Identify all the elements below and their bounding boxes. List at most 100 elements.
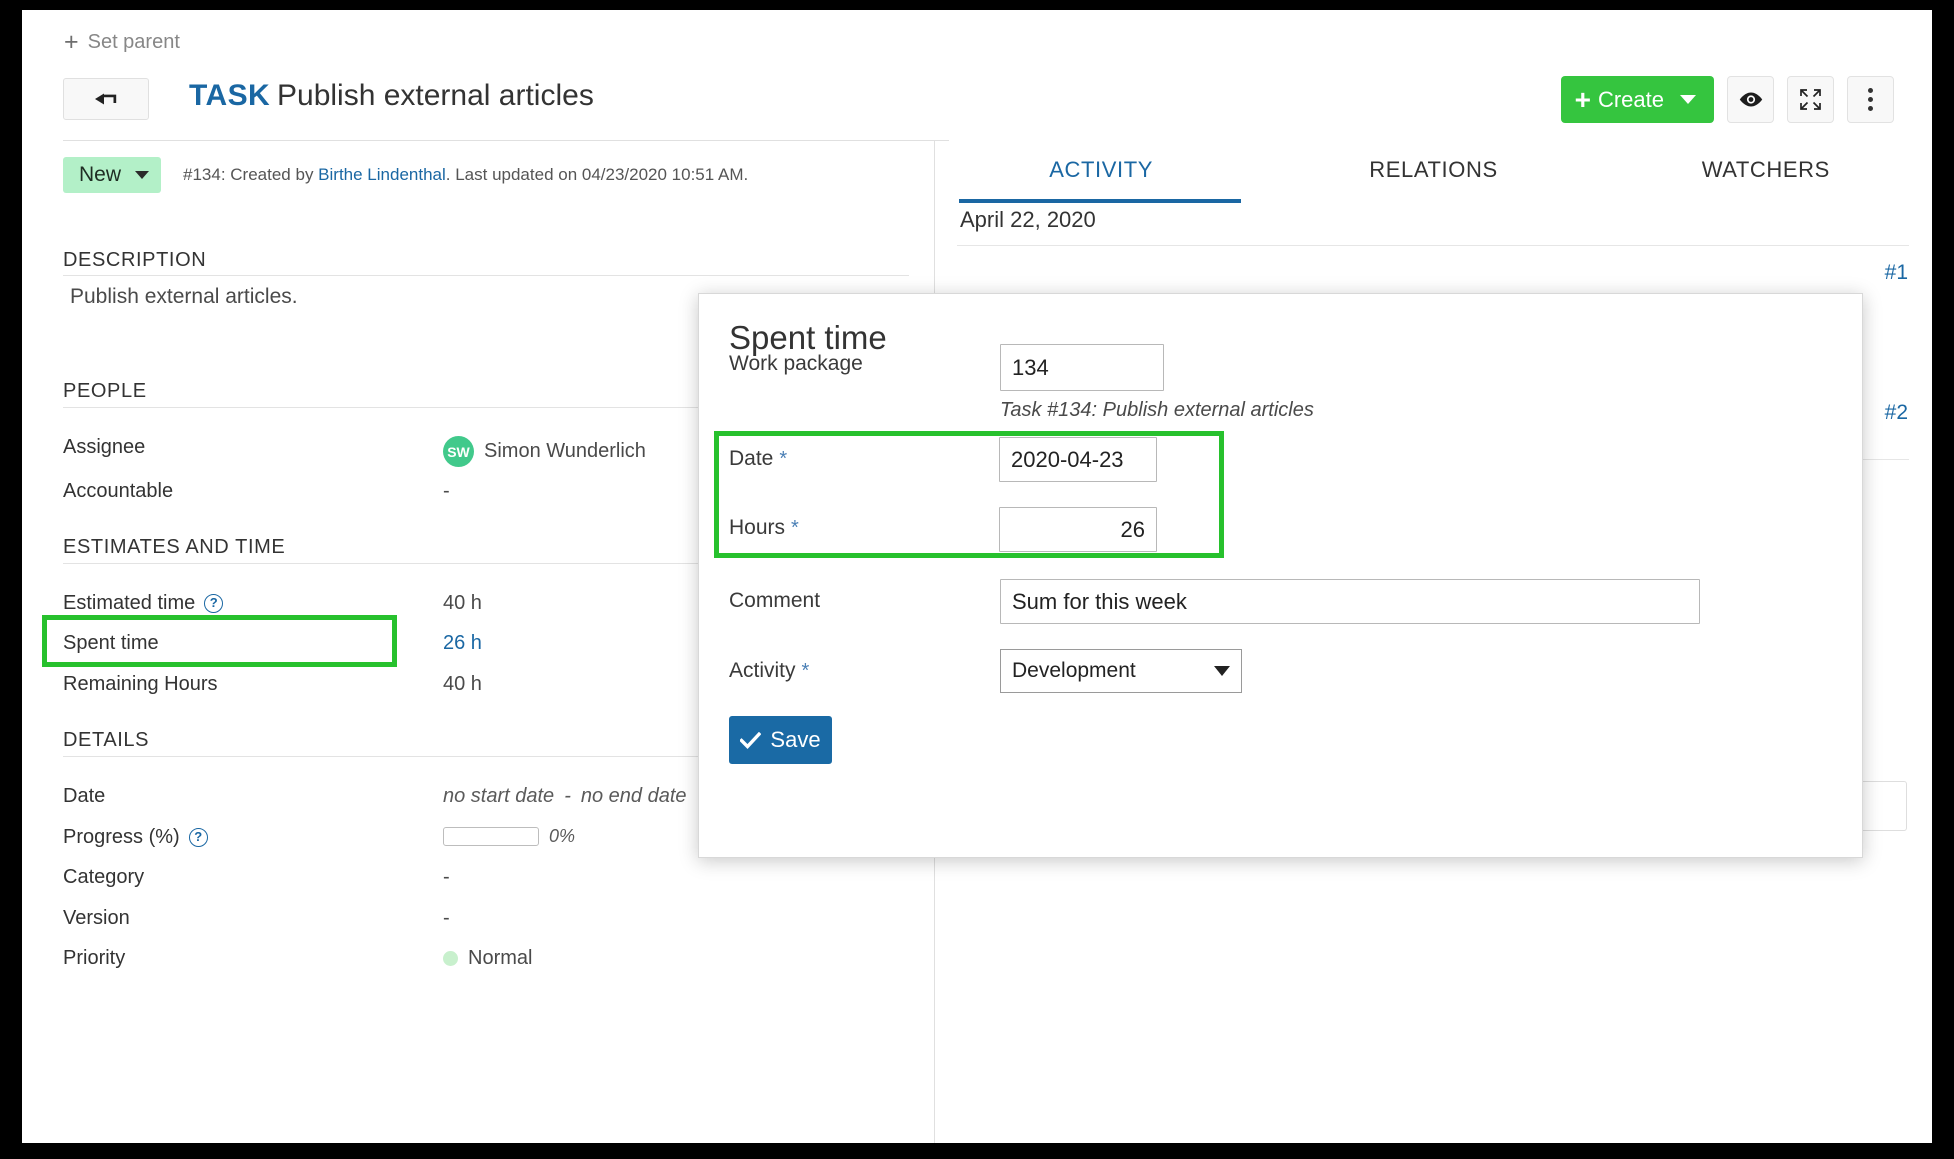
field-value[interactable]: SW Simon Wunderlich — [443, 436, 646, 467]
start-date: no start date — [443, 785, 554, 808]
hours-field-label: Hours * — [729, 516, 799, 540]
screenshot-frame: + Set parent TASK Publish external artic… — [0, 0, 1954, 1159]
chevron-down-icon — [1214, 666, 1230, 676]
work-package-subject: Publish external articles — [277, 79, 594, 113]
field-label: Remaining Hours — [63, 673, 218, 696]
field-value[interactable]: 40 h — [443, 673, 482, 696]
date-field-label: Date * — [729, 447, 787, 471]
set-parent-button[interactable]: + Set parent — [64, 30, 180, 55]
chevron-down-icon — [1680, 95, 1696, 104]
assignee-name: Simon Wunderlich — [484, 440, 646, 463]
required-asterisk: * — [779, 448, 787, 471]
field-value[interactable]: - — [443, 907, 450, 930]
required-asterisk: * — [791, 517, 799, 540]
comment-field-label: Comment — [729, 589, 820, 613]
meta-prefix: #134: Created by — [183, 165, 318, 184]
toolbar: + Create — [1561, 76, 1894, 123]
field-label-text: Progress (%) — [63, 826, 180, 849]
kebab-menu-icon — [1868, 88, 1873, 111]
avatar: SW — [443, 436, 474, 467]
progress-value: 0% — [549, 826, 575, 847]
save-button[interactable]: Save — [729, 716, 832, 764]
field-value[interactable]: 0% — [443, 826, 575, 847]
tab-watchers[interactable]: WATCHERS — [1600, 141, 1932, 205]
activity-date: April 22, 2020 — [960, 207, 1096, 233]
work-package-type: TASK — [189, 79, 270, 113]
end-date: no end date — [581, 785, 687, 808]
work-package-field-label: Work package — [729, 352, 863, 376]
create-button[interactable]: + Create — [1561, 76, 1714, 123]
comment-input[interactable] — [1000, 579, 1700, 624]
date-separator: - — [564, 785, 571, 808]
field-label: Accountable — [63, 480, 173, 503]
field-label-text: Estimated time — [63, 592, 195, 615]
activity-selected-value: Development — [1012, 659, 1136, 683]
create-label: Create — [1598, 87, 1664, 113]
progress-bar — [443, 827, 539, 846]
date-input[interactable] — [999, 437, 1157, 482]
set-parent-label: Set parent — [88, 31, 180, 54]
hours-input[interactable] — [999, 507, 1157, 552]
priority-dot-icon — [443, 951, 458, 966]
field-label: Version — [63, 907, 130, 930]
work-package-meta: #134: Created by Birthe Lindenthal. Last… — [183, 165, 748, 185]
back-arrow-icon — [91, 90, 121, 108]
save-label: Save — [770, 727, 820, 753]
spent-time-link[interactable]: 26 h — [443, 632, 482, 655]
activity-label-text: Activity — [729, 659, 796, 683]
active-tab-indicator — [959, 199, 1241, 203]
work-package-input[interactable] — [1000, 344, 1164, 391]
status-value: New — [79, 163, 121, 187]
status-badge[interactable]: New — [63, 157, 161, 193]
author-link[interactable]: Birthe Lindenthal — [318, 165, 446, 184]
field-label: Spent time — [63, 632, 159, 655]
section-title-details: DETAILS — [63, 729, 149, 752]
meta-suffix: . Last updated on 04/23/2020 10:51 AM. — [446, 165, 748, 184]
hours-label-text: Hours — [729, 516, 785, 540]
section-rule — [63, 275, 909, 276]
activity-field-label: Activity * — [729, 659, 809, 683]
plus-icon: + — [1575, 86, 1591, 114]
priority-value: Normal — [468, 947, 532, 970]
field-value[interactable]: - — [443, 866, 450, 889]
fullscreen-button[interactable] — [1787, 76, 1834, 123]
more-menu-button[interactable] — [1847, 76, 1894, 123]
required-asterisk: * — [802, 660, 810, 683]
spent-time-modal: Spent time Work package Task #134: Publi… — [698, 293, 1863, 858]
field-label: Priority — [63, 947, 125, 970]
tab-relations[interactable]: RELATIONS — [1267, 141, 1599, 205]
date-label-text: Date — [729, 447, 773, 471]
field-label: Estimated time ? — [63, 592, 223, 615]
field-label: Progress (%) ? — [63, 826, 208, 849]
work-package-page: + Set parent TASK Publish external artic… — [22, 10, 1932, 1143]
status-row: New #134: Created by Birthe Lindenthal. … — [63, 157, 748, 193]
work-package-hint: Task #134: Publish external articles — [1000, 399, 1314, 422]
field-value[interactable]: 40 h — [443, 592, 482, 615]
section-title-estimates: ESTIMATES AND TIME — [63, 536, 285, 559]
section-title-description: DESCRIPTION — [63, 249, 206, 272]
activity-divider — [957, 245, 1909, 246]
fullscreen-icon — [1798, 87, 1823, 112]
activity-entry-number[interactable]: #1 — [1885, 261, 1908, 285]
field-value[interactable]: - — [443, 480, 450, 503]
field-label: Assignee — [63, 436, 145, 459]
tab-activity[interactable]: ACTIVITY — [935, 141, 1267, 205]
activity-select[interactable]: Development — [1000, 649, 1242, 693]
plus-icon: + — [64, 30, 79, 55]
field-label: Category — [63, 866, 144, 889]
eye-icon — [1738, 91, 1764, 108]
field-row-priority: Priority Normal — [63, 937, 909, 987]
check-icon — [740, 732, 761, 749]
description-text[interactable]: Publish external articles. — [70, 285, 298, 309]
activity-entry-number[interactable]: #2 — [1885, 401, 1908, 425]
section-title-people: PEOPLE — [63, 380, 147, 403]
help-icon[interactable]: ? — [189, 828, 208, 847]
tab-bar: ACTIVITY RELATIONS WATCHERS — [935, 141, 1932, 205]
back-button[interactable] — [63, 78, 149, 120]
field-label: Date — [63, 785, 105, 808]
field-value[interactable]: no start date - no end date — [443, 785, 687, 808]
watch-button[interactable] — [1727, 76, 1774, 123]
help-icon[interactable]: ? — [204, 594, 223, 613]
chevron-down-icon — [135, 171, 149, 179]
field-value[interactable]: Normal — [443, 947, 532, 970]
